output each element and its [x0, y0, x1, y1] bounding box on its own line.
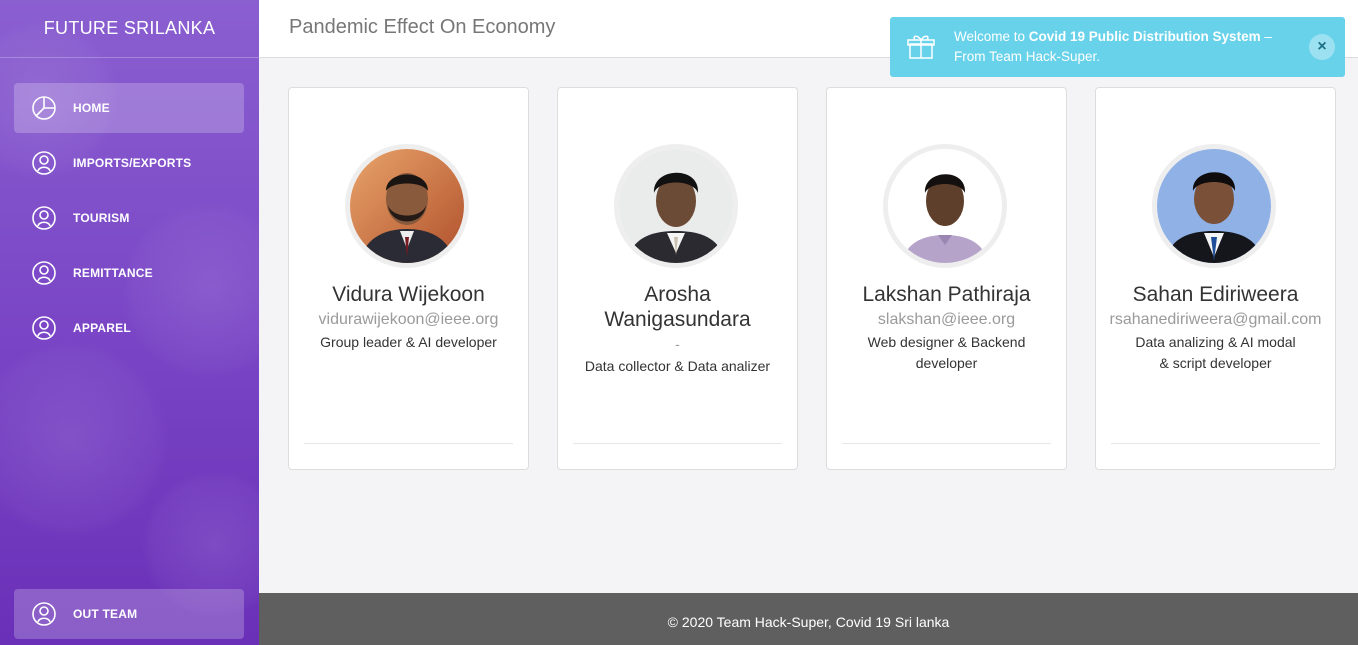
page-title: Pandemic Effect On Economy — [289, 16, 556, 38]
sidebar-item-home[interactable]: HOME — [14, 83, 244, 133]
member-role-line2: developer — [915, 355, 978, 371]
team-card: Arosha Wanigasundara - Data collector & … — [557, 87, 798, 470]
notification-message: Welcome to Covid 19 Public Distribution … — [954, 27, 1294, 67]
member-role: Data collector & Data analizer — [584, 358, 771, 374]
member-name: Vidura Wijekoon — [332, 283, 485, 306]
user-icon — [30, 600, 58, 628]
user-icon — [30, 314, 58, 342]
footer: © 2020 Team Hack-Super, Covid 19 Sri lan… — [259, 593, 1358, 645]
sidebar-item-label: TOURISM — [73, 211, 130, 225]
brand-title[interactable]: FUTURE SRILANKA — [0, 0, 259, 58]
card-divider — [1111, 443, 1320, 444]
footer-copyright: © 2020 Team Hack-Super, Covid 19 Sri lan… — [667, 614, 950, 630]
sidebar-item-tourism[interactable]: TOURISM — [14, 193, 244, 243]
sidebar-item-apparel[interactable]: APPAREL — [14, 303, 244, 353]
sidebar-item-label: OUT TEAM — [73, 607, 138, 621]
member-name-block: Arosha Wanigasundara - Data collector & … — [558, 282, 797, 377]
member-role: Data analizing & AI modal — [1135, 334, 1296, 350]
team-card: Vidura Wijekoon vidurawijekoon@ieee.org … — [288, 87, 529, 470]
background-virus-shape — [0, 340, 170, 540]
sidebar-bottom: OUT TEAM — [14, 589, 244, 644]
main-content: Vidura Wijekoon vidurawijekoon@ieee.org … — [259, 58, 1358, 593]
sidebar-item-label: IMPORTS/EXPORTS — [73, 156, 192, 170]
user-icon — [30, 204, 58, 232]
avatar — [883, 144, 1007, 268]
pie-chart-icon — [30, 94, 58, 122]
member-name: Arosha Wanigasundara — [604, 283, 751, 331]
card-divider — [573, 443, 782, 444]
sidebar-item-remittance[interactable]: REMITTANCE — [14, 248, 244, 298]
user-icon — [30, 149, 58, 177]
avatar — [614, 144, 738, 268]
member-role: Web designer & Backend — [867, 334, 1026, 350]
member-name: Sahan Ediriweera — [1132, 283, 1299, 306]
member-name-block: Lakshan Pathiraja slakshan@ieee.org Web … — [827, 282, 1066, 374]
member-email: vidurawijekoon@ieee.org — [318, 311, 499, 328]
notification-bold: Covid 19 Public Distribution System — [1028, 29, 1261, 44]
sidebar-item-out-team[interactable]: OUT TEAM — [14, 589, 244, 639]
sidebar-nav: HOME IMPORTS/EXPORTS TOURISM REMITTANCE … — [14, 83, 244, 358]
sidebar-item-label: APPAREL — [73, 321, 131, 335]
notification-prefix: Welcome to — [954, 29, 1029, 44]
card-divider — [304, 443, 513, 444]
team-card: Sahan Ediriweera rsahanediriweera@gmail.… — [1095, 87, 1336, 470]
member-email: - — [675, 336, 680, 352]
close-notification-button[interactable]: × — [1309, 34, 1335, 60]
sidebar-item-label: REMITTANCE — [73, 266, 153, 280]
member-role-line2: & script developer — [1159, 355, 1272, 371]
welcome-notification: Welcome to Covid 19 Public Distribution … — [890, 17, 1345, 77]
avatar — [345, 144, 469, 268]
member-role: Group leader & AI developer — [320, 334, 497, 350]
member-email: rsahanediriweera@gmail.com — [1109, 311, 1322, 328]
member-name-block: Sahan Ediriweera rsahanediriweera@gmail.… — [1096, 282, 1335, 374]
sidebar-item-imports-exports[interactable]: IMPORTS/EXPORTS — [14, 138, 244, 188]
sidebar: FUTURE SRILANKA HOME IMPORTS/EXPORTS TOU… — [0, 0, 259, 645]
team-card: Lakshan Pathiraja slakshan@ieee.org Web … — [826, 87, 1067, 470]
gift-icon — [907, 35, 935, 59]
avatar — [1152, 144, 1276, 268]
member-name-block: Vidura Wijekoon vidurawijekoon@ieee.org … — [289, 282, 528, 353]
user-icon — [30, 259, 58, 287]
card-divider — [842, 443, 1051, 444]
member-name: Lakshan Pathiraja — [862, 283, 1031, 306]
sidebar-item-label: HOME — [73, 101, 110, 115]
member-email: slakshan@ieee.org — [877, 311, 1016, 328]
